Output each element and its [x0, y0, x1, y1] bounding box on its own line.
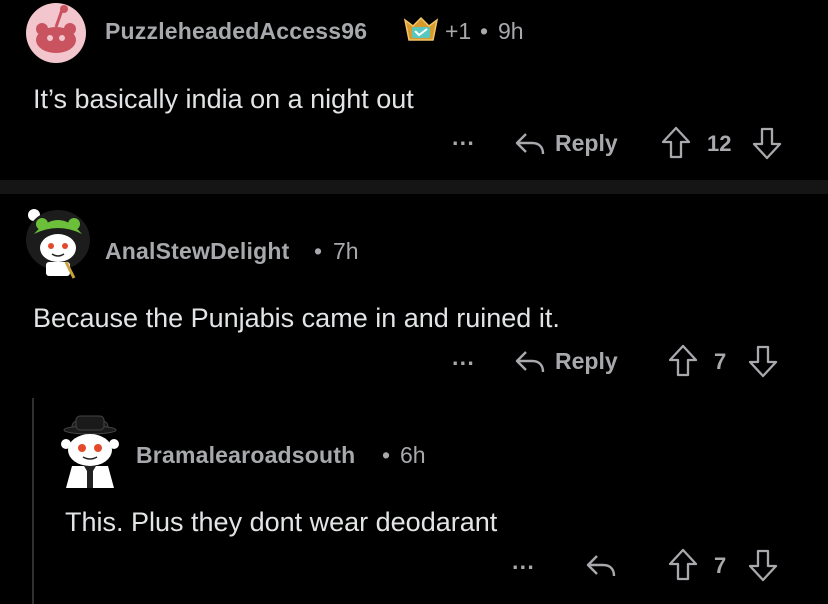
comment-body: It’s basically india on a night out [33, 84, 414, 114]
reply-label: Reply [555, 348, 618, 374]
reply-label: Reply [555, 130, 618, 156]
comment-2: AnalStewDelight • 7h Because the Punjabi… [0, 196, 828, 396]
reply-arrow-icon [514, 130, 546, 158]
reply-arrow-icon [514, 348, 546, 376]
upvote-arrow-icon[interactable] [668, 344, 698, 378]
vote-count: 12 [707, 131, 732, 156]
avatar[interactable] [54, 410, 124, 488]
meta-separator: • [382, 442, 391, 468]
more-options-button[interactable]: ··· [512, 554, 535, 581]
downvote-arrow-icon[interactable] [748, 344, 778, 378]
downvote-arrow-icon[interactable] [748, 548, 778, 582]
award-badge-icon[interactable] [403, 16, 439, 46]
comment-author[interactable]: AnalStewDelight [105, 238, 289, 265]
meta-separator: • [314, 238, 323, 264]
avatar[interactable] [22, 2, 90, 64]
more-options-button[interactable]: ··· [452, 350, 475, 377]
comment-timestamp: 7h [333, 238, 359, 264]
vote-count: 7 [714, 553, 727, 578]
reply-arrow-icon[interactable] [585, 552, 617, 580]
meta-separator: • [480, 18, 489, 44]
avatar[interactable] [22, 204, 92, 284]
upvote-arrow-icon[interactable] [668, 548, 698, 582]
upvote-arrow-icon[interactable] [661, 126, 691, 160]
comment-1: PuzzleheadedAccess96 +1 • 9h It’s basica… [0, 0, 828, 178]
vote-count: 7 [714, 349, 727, 374]
comment-timestamp: 9h [498, 18, 524, 44]
comment-body: Because the Punjabis came in and ruined … [33, 303, 560, 333]
comment-3: Bramalearoadsouth • 6h This. Plus they d… [40, 404, 828, 604]
comment-author[interactable]: Bramalearoadsouth [136, 442, 355, 469]
comment-timestamp: 6h [400, 442, 426, 468]
thread-line[interactable] [32, 398, 34, 604]
comment-author[interactable]: PuzzleheadedAccess96 [105, 18, 367, 45]
more-options-button[interactable]: ··· [452, 130, 475, 157]
award-count: +1 [445, 18, 472, 44]
downvote-arrow-icon[interactable] [752, 126, 782, 160]
comment-body: This. Plus they dont wear deodarant [65, 507, 498, 537]
comment-divider [0, 180, 828, 194]
